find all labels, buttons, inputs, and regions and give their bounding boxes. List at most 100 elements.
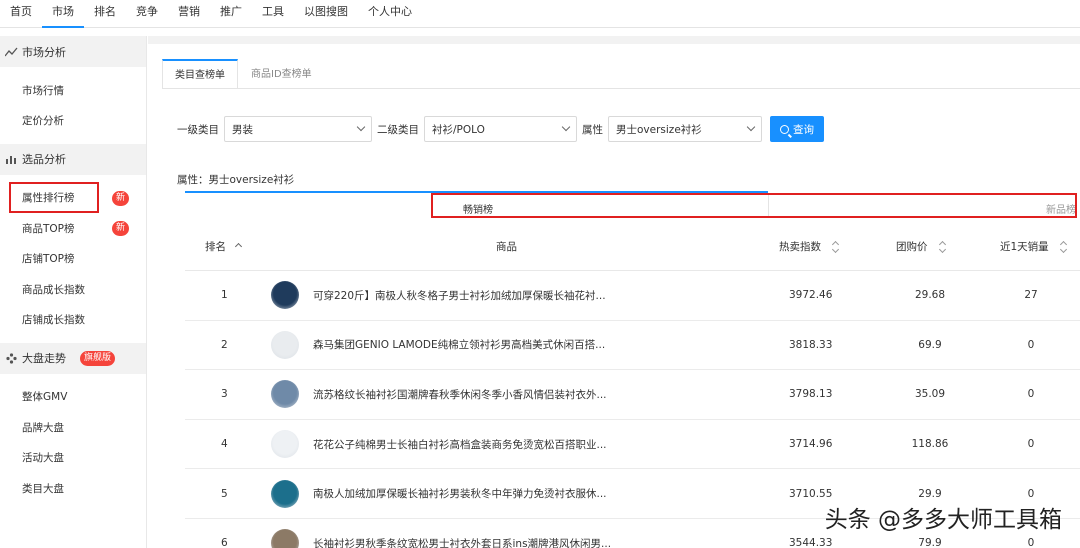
nav-tools[interactable]: 工具	[252, 0, 294, 28]
highlight-box	[9, 182, 99, 213]
header-group-price[interactable]: 团购价	[896, 223, 946, 270]
rank-cell: 3	[221, 388, 228, 401]
sidebar-group-market-trend[interactable]: 大盘走势 旗舰版	[0, 342, 146, 374]
table-row[interactable]: 1 可穿220斤】南极人秋冬格子男士衬衫加绒加厚保暖长袖花衬... 3972.4…	[185, 271, 1080, 321]
sidebar-group-label: 市场分析	[22, 45, 66, 59]
pinwheel-icon	[4, 351, 18, 365]
product-title[interactable]: 南极人加绒加厚保暖长袖衬衫男装秋冬中年弹力免烫衬衣服休...	[313, 486, 607, 501]
tab-category-list[interactable]: 类目查榜单	[162, 59, 238, 89]
new-badge: 新	[111, 190, 129, 206]
product-title[interactable]: 长袖衬衫男秋季条纹宽松男士衬衣外套日系ins潮牌港风休闲男...	[313, 536, 611, 548]
level2-select[interactable]: 衬衫/POLO	[424, 116, 577, 142]
header-group-price-label: 团购价	[896, 241, 928, 253]
price-cell: 118.86	[911, 438, 949, 451]
hot-index-cell: 3818.33	[789, 338, 833, 351]
header-sales-1d[interactable]: 近1天销量	[1000, 223, 1067, 270]
sidebar-group-market-analysis[interactable]: 市场分析	[0, 36, 146, 67]
rank-cell: 2	[221, 338, 228, 351]
product-cell[interactable]: 花花公子纯棉男士长袖白衬衫高档盒装商务免烫宽松百搭职业...	[271, 420, 607, 469]
sidebar-group-label: 选品分析	[22, 153, 66, 167]
nav-competition[interactable]: 竞争	[126, 0, 168, 28]
sidebar-item-total-gmv[interactable]: 整体GMV	[0, 382, 146, 412]
level1-value: 男装	[232, 123, 253, 136]
bar-chart-icon	[4, 152, 18, 166]
product-thumbnail[interactable]	[271, 430, 299, 459]
chevron-down-icon	[561, 122, 571, 132]
product-title[interactable]: 森马集团GENIO LAMODE纯棉立领衬衫男高档美式休闲百搭...	[313, 337, 605, 352]
table-row[interactable]: 2 森马集团GENIO LAMODE纯棉立领衬衫男高档美式休闲百搭... 381…	[185, 321, 1080, 371]
filter-bar: 一级类目 男装 二级类目 衬衫/POLO 属性 男士oversize衬衫 查询	[177, 116, 824, 142]
sidebar-item-pricing[interactable]: 定价分析	[0, 105, 146, 135]
product-thumbnail[interactable]	[271, 479, 299, 508]
table-row[interactable]: 3 流苏格纹长袖衬衫国潮牌春秋季休闲冬季小香风情侣装衬衣外... 3798.13…	[185, 370, 1080, 420]
price-cell: 29.68	[914, 289, 946, 302]
sidebar-item-brand-market[interactable]: 品牌大盘	[0, 412, 146, 442]
product-title[interactable]: 流苏格纹长袖衬衫国潮牌春秋季休闲冬季小香风情侣装衬衣外...	[313, 387, 607, 402]
sort-icon	[833, 242, 839, 252]
flagship-badge: 旗舰版	[80, 350, 116, 366]
sales-cell: 0	[1027, 438, 1035, 451]
nav-market[interactable]: 市场	[42, 0, 84, 28]
sidebar-item-shop-top[interactable]: 店铺TOP榜	[0, 244, 146, 274]
sort-icon	[1061, 242, 1067, 252]
sales-cell: 0	[1027, 388, 1035, 401]
product-thumbnail[interactable]	[271, 330, 299, 359]
product-title[interactable]: 可穿220斤】南极人秋冬格子男士衬衫加绒加厚保暖长袖花衬...	[313, 288, 606, 303]
product-cell[interactable]: 森马集团GENIO LAMODE纯棉立领衬衫男高档美式休闲百搭...	[271, 321, 605, 370]
header-rank[interactable]: 排名	[205, 223, 243, 270]
rank-cell: 6	[221, 537, 228, 548]
nav-ranking[interactable]: 排名	[84, 0, 126, 28]
nav-user-center[interactable]: 个人中心	[358, 0, 422, 28]
attr-label: 属性	[582, 123, 603, 136]
product-cell[interactable]: 可穿220斤】南极人秋冬格子男士衬衫加绒加厚保暖长袖花衬...	[271, 271, 606, 320]
product-cell[interactable]: 南极人加绒加厚保暖长袖衬衫男装秋冬中年弹力免烫衬衣服休...	[271, 469, 607, 518]
product-thumbnail[interactable]	[271, 380, 299, 409]
level1-select[interactable]: 男装	[224, 116, 372, 142]
product-thumbnail[interactable]	[271, 529, 299, 548]
product-thumbnail[interactable]	[271, 281, 299, 310]
sidebar-item-market-trend[interactable]: 市场行情	[0, 75, 146, 105]
nav-marketing[interactable]: 营销	[168, 0, 210, 28]
new-badge: 新	[111, 221, 129, 237]
header-band	[148, 36, 1080, 44]
product-cell[interactable]: 长袖衬衫男秋季条纹宽松男士衬衣外套日系ins潮牌港风休闲男...	[271, 519, 611, 548]
sidebar-group-product-selection[interactable]: 选品分析	[0, 143, 146, 175]
attr-value: 男士oversize衬衫	[616, 123, 702, 136]
chevron-down-icon	[746, 122, 756, 132]
tab-divider	[162, 88, 1080, 89]
main-content: 类目查榜单 商品ID查榜单 一级类目 男装 二级类目 衬衫/POLO 属性 男士…	[148, 36, 1080, 548]
sidebar-item-shop-growth[interactable]: 店铺成长指数	[0, 304, 146, 334]
level2-label: 二级类目	[377, 123, 419, 136]
tab-product-id-list[interactable]: 商品ID查榜单	[238, 59, 325, 89]
top-nav: 首页 市场 排名 竞争 营销 推广 工具 以图搜图 个人中心	[0, 0, 1080, 28]
rank-cell: 1	[221, 289, 228, 302]
hot-index-cell: 3972.46	[789, 289, 833, 302]
sidebar-item-product-growth[interactable]: 商品成长指数	[0, 274, 146, 304]
highlight-box	[431, 193, 1077, 218]
product-cell[interactable]: 流苏格纹长袖衬衫国潮牌春秋季休闲冬季小香风情侣装衬衣外...	[271, 370, 607, 419]
query-button[interactable]: 查询	[770, 116, 824, 142]
nav-home[interactable]: 首页	[0, 0, 42, 28]
table-header: 排名 商品 热卖指数 团购价 近1天销量	[185, 223, 1080, 271]
sidebar-group-label: 大盘走势	[22, 352, 66, 366]
tab-bar: 类目查榜单 商品ID查榜单	[162, 59, 325, 89]
selected-attribute: 属性：男士oversize衬衫	[177, 174, 295, 186]
trend-line-icon	[4, 45, 18, 59]
page: 首页 市场 排名 竞争 营销 推广 工具 以图搜图 个人中心 市场分析 市场行情…	[0, 0, 1080, 548]
watermark: 头条 @多多大师工具箱	[824, 507, 1062, 533]
rank-cell: 4	[221, 438, 228, 451]
attr-select[interactable]: 男士oversize衬衫	[608, 116, 762, 142]
header-product: 商品	[496, 241, 517, 253]
nav-promotion[interactable]: 推广	[210, 0, 252, 28]
header-rank-label: 排名	[205, 241, 226, 253]
sidebar-item-product-top[interactable]: 商品TOP榜 新	[0, 213, 146, 243]
search-icon	[780, 124, 789, 134]
product-title[interactable]: 花花公子纯棉男士长袖白衬衫高档盒装商务免烫宽松百搭职业...	[313, 437, 607, 452]
header-sales-1d-label: 近1天销量	[1000, 241, 1049, 253]
table-row[interactable]: 4 花花公子纯棉男士长袖白衬衫高档盒装商务免烫宽松百搭职业... 3714.96…	[185, 420, 1080, 470]
sidebar-item-activity-market[interactable]: 活动大盘	[0, 443, 146, 473]
nav-image-search[interactable]: 以图搜图	[294, 0, 358, 28]
sort-icon	[940, 242, 946, 252]
header-hot-index[interactable]: 热卖指数	[779, 223, 839, 270]
sidebar-item-category-market[interactable]: 类目大盘	[0, 473, 146, 503]
